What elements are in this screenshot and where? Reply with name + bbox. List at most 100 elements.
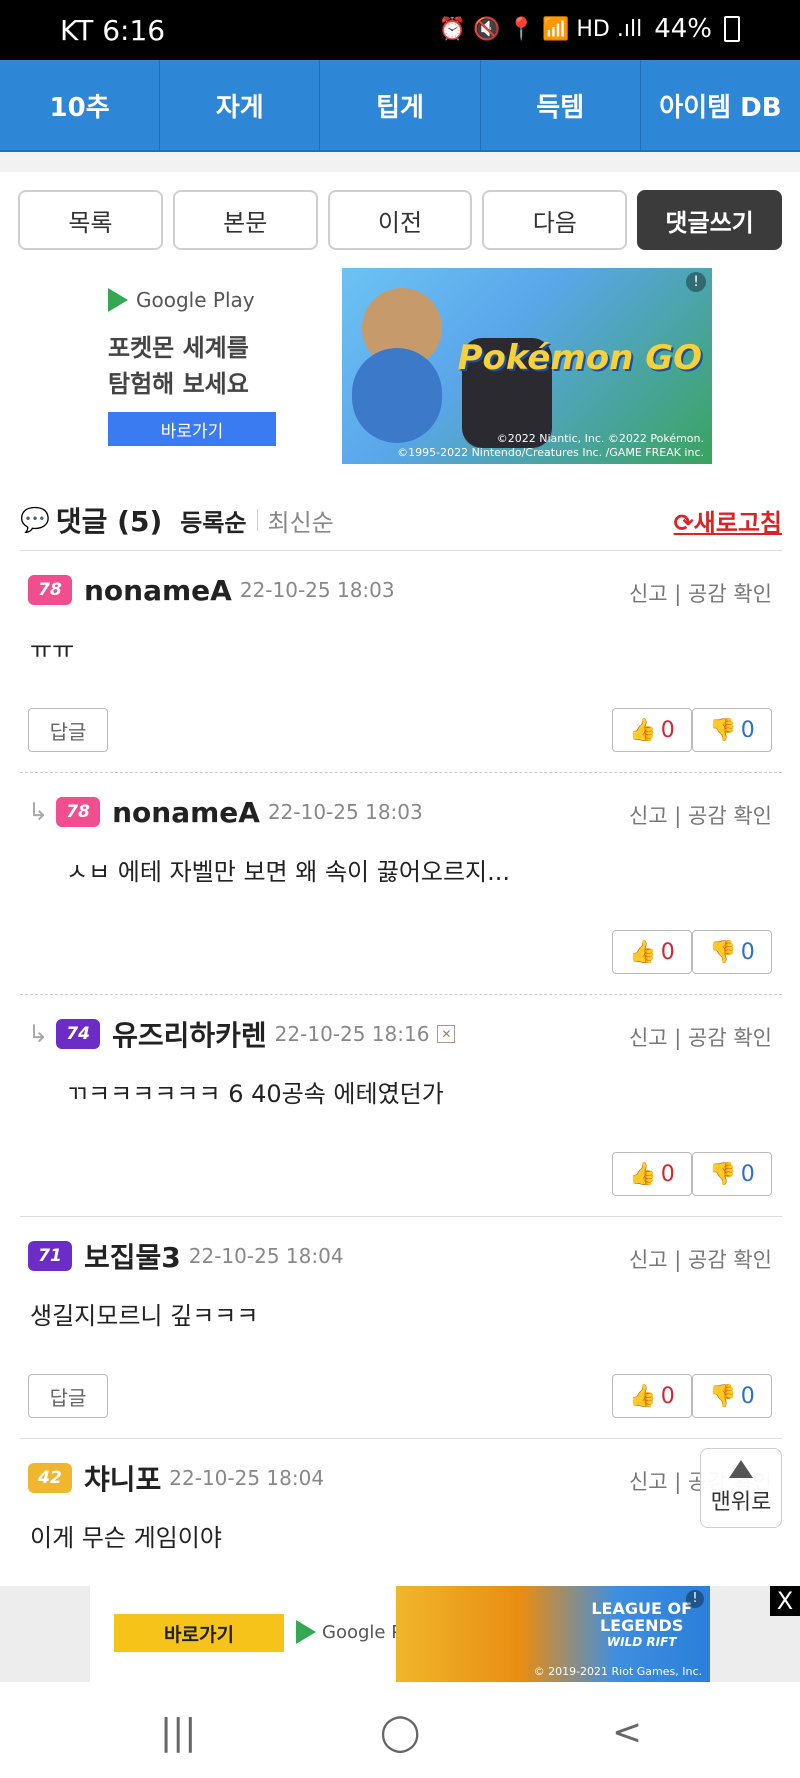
ad-go-button[interactable]: 바로가기 [114, 1614, 284, 1652]
downvote-button[interactable]: 👎 0 [692, 1152, 772, 1196]
sort-registered[interactable]: 등록순 [180, 503, 246, 538]
username[interactable]: 유즈리하카렌 [112, 1014, 267, 1054]
thumbs-up-icon: 👍 [629, 717, 657, 743]
comment-text: 이게 무슨 게임이야 [30, 1524, 222, 1552]
thumbs-up-icon: 👍 [629, 939, 657, 965]
list-button[interactable]: 목록 [18, 190, 163, 250]
comment-date: 22-10-25 18:04 [188, 1244, 344, 1268]
home-icon[interactable]: ◯ [380, 1712, 420, 1753]
downvote-button[interactable]: 👎 0 [692, 708, 772, 752]
tab-item-db[interactable]: 아이템 DB [641, 60, 800, 150]
reply-arrow-icon: ↳ [28, 798, 49, 826]
back-icon[interactable]: < [612, 1712, 642, 1753]
game-logo: LEAGUE OF LEGENDS WILD RIFT [591, 1599, 692, 1649]
ad-banner-bottom[interactable]: 바로가기 Google Play LEAGUE OF LEGENDS WILD … [90, 1586, 710, 1682]
prev-button[interactable]: 이전 [327, 190, 473, 250]
next-button[interactable]: 다음 [482, 190, 628, 250]
recent-apps-icon[interactable]: ||| [160, 1712, 196, 1753]
reply-button[interactable]: 답글 [28, 1374, 108, 1418]
ad-banner-bottom-container: 바로가기 Google Play LEAGUE OF LEGENDS WILD … [0, 1586, 800, 1682]
comment-item: 42 챠니포 22-10-25 18:04 신고 | 공감 확인 이게 무슨 게… [20, 1460, 782, 1580]
username[interactable]: 보집물3 [84, 1236, 181, 1276]
divider [20, 772, 782, 773]
carrier-time: KT 6:16 [60, 14, 166, 47]
thumbs-down-icon: 👎 [709, 1383, 737, 1409]
image-attachment-icon[interactable]: ✕ [437, 1025, 456, 1043]
level-badge: 78 [56, 797, 101, 827]
top-nav: 10추 자게 팁게 득템 아이템 DB [0, 60, 800, 152]
post-actions: 목록 본문 이전 다음 댓글쓰기 [18, 190, 782, 250]
comment-text: ㅅㅂ 에테 자벨만 보면 왜 속이 끓어오르지... [66, 858, 511, 886]
thumbs-down-icon: 👎 [709, 1161, 737, 1187]
battery-level: 44% [654, 14, 712, 44]
pokemon-figure [352, 348, 442, 443]
upvote-button[interactable]: 👍 0 [612, 708, 692, 752]
level-badge: 74 [56, 1019, 101, 1049]
upvote-button[interactable]: 👍 0 [612, 1152, 692, 1196]
comment-date: 22-10-25 18:04 [169, 1466, 325, 1490]
scroll-to-top-button[interactable]: 맨위로 [700, 1448, 782, 1528]
report-like-links[interactable]: 신고 | 공감 확인 [629, 800, 772, 830]
report-like-links[interactable]: 신고 | 공감 확인 [629, 1022, 772, 1052]
comment-item: 71 보집물3 22-10-25 18:04 신고 | 공감 확인 생길지모르니… [20, 1238, 782, 1438]
comment-date: 22-10-25 18:03 [239, 578, 395, 602]
level-badge: 78 [28, 575, 72, 605]
write-comment-button[interactable]: 댓글쓰기 [637, 190, 782, 250]
comment-text: ㄲㅋㅋㅋㅋㅋㅋ 6 40공속 에테였던가 [66, 1080, 444, 1108]
report-like-links[interactable]: 신고 | 공감 확인 [629, 578, 772, 608]
google-play-icon [108, 288, 128, 312]
ad-image: Pokémon GO ©2022 Niantic, Inc. ©2022 Pok… [342, 268, 712, 464]
divider [20, 550, 782, 551]
tab-tip-board[interactable]: 팁게 [320, 60, 481, 150]
reply-comment-item: ↳ 74 유즈리하카렌 22-10-25 18:16 ✕ 신고 | 공감 확인 … [20, 1016, 782, 1216]
ad-copyright: © 2019-2021 Riot Games, Inc. [533, 1665, 702, 1678]
reply-comment-item: ↳ 78 nonameA 22-10-25 18:03 신고 | 공감 확인 ㅅ… [20, 794, 782, 994]
thumbs-up-icon: 👍 [629, 1383, 657, 1409]
divider [20, 1438, 782, 1439]
comment-date: 22-10-25 18:03 [267, 800, 423, 824]
google-play-icon [296, 1620, 316, 1644]
sort-newest[interactable]: 최신순 [268, 503, 334, 538]
downvote-button[interactable]: 👎 0 [692, 1374, 772, 1418]
refresh-link[interactable]: ⟳새로고침 [674, 503, 782, 538]
comment-text: 생길지모르니 깊ㅋㅋㅋ [30, 1302, 259, 1330]
store-label: Google Play [136, 288, 255, 312]
ad-close-button[interactable]: X [770, 1586, 800, 1616]
comment-date: 22-10-25 18:16 [274, 1022, 430, 1046]
ad-info-icon[interactable]: ! [686, 1590, 704, 1608]
reply-arrow-icon: ↳ [28, 1020, 49, 1048]
reply-button[interactable]: 답글 [28, 708, 108, 752]
ad-text: 포켓몬 세계를 탐험해 보세요 [108, 334, 249, 398]
body-button[interactable]: 본문 [172, 190, 318, 250]
comment-text: ㅠㅠ [30, 636, 75, 664]
divider [20, 994, 782, 995]
status-icons: ⏰ 🔇 📍 📶 HD .ıll [438, 16, 643, 42]
status-bar: KT 6:16 ⏰ 🔇 📍 📶 HD .ıll 44% [0, 0, 800, 60]
ad-banner-top[interactable]: Google Play 포켓몬 세계를 탐험해 보세요 바로가기 Pokémon… [100, 268, 712, 464]
username[interactable]: nonameA [112, 796, 260, 829]
level-badge: 42 [28, 1463, 72, 1493]
username[interactable]: nonameA [84, 574, 232, 607]
speech-bubble-icon: 💬 [20, 506, 50, 534]
ad-copyright: ©2022 Niantic, Inc. ©2022 Pokémon. ©1995… [397, 432, 704, 459]
downvote-button[interactable]: 👎 0 [692, 930, 772, 974]
comment-item: 78 nonameA 22-10-25 18:03 신고 | 공감 확인 ㅠㅠ … [20, 572, 782, 772]
report-like-links[interactable]: 신고 | 공감 확인 [629, 1244, 772, 1274]
tab-10chu[interactable]: 10추 [0, 60, 161, 150]
pokemon-go-logo: Pokémon GO [457, 338, 702, 378]
upvote-button[interactable]: 👍 0 [612, 1374, 692, 1418]
ad-info-icon[interactable]: ! [686, 272, 706, 292]
comments-header: 💬 댓글 (5) 등록순 최신순 ⟳새로고침 [20, 500, 782, 540]
tab-free-board[interactable]: 자게 [160, 60, 321, 150]
thumbs-down-icon: 👎 [709, 939, 737, 965]
upvote-button[interactable]: 👍 0 [612, 930, 692, 974]
username[interactable]: 챠니포 [84, 1458, 161, 1498]
system-nav-bar: ||| ◯ < [0, 1682, 800, 1778]
ad-go-button[interactable]: 바로가기 [108, 412, 276, 446]
arrow-up-icon [729, 1460, 753, 1478]
divider [20, 1216, 782, 1217]
tab-loot[interactable]: 득템 [481, 60, 641, 150]
comments-count: 댓글 (5) [55, 505, 163, 538]
level-badge: 71 [28, 1241, 72, 1271]
divider [0, 152, 800, 172]
